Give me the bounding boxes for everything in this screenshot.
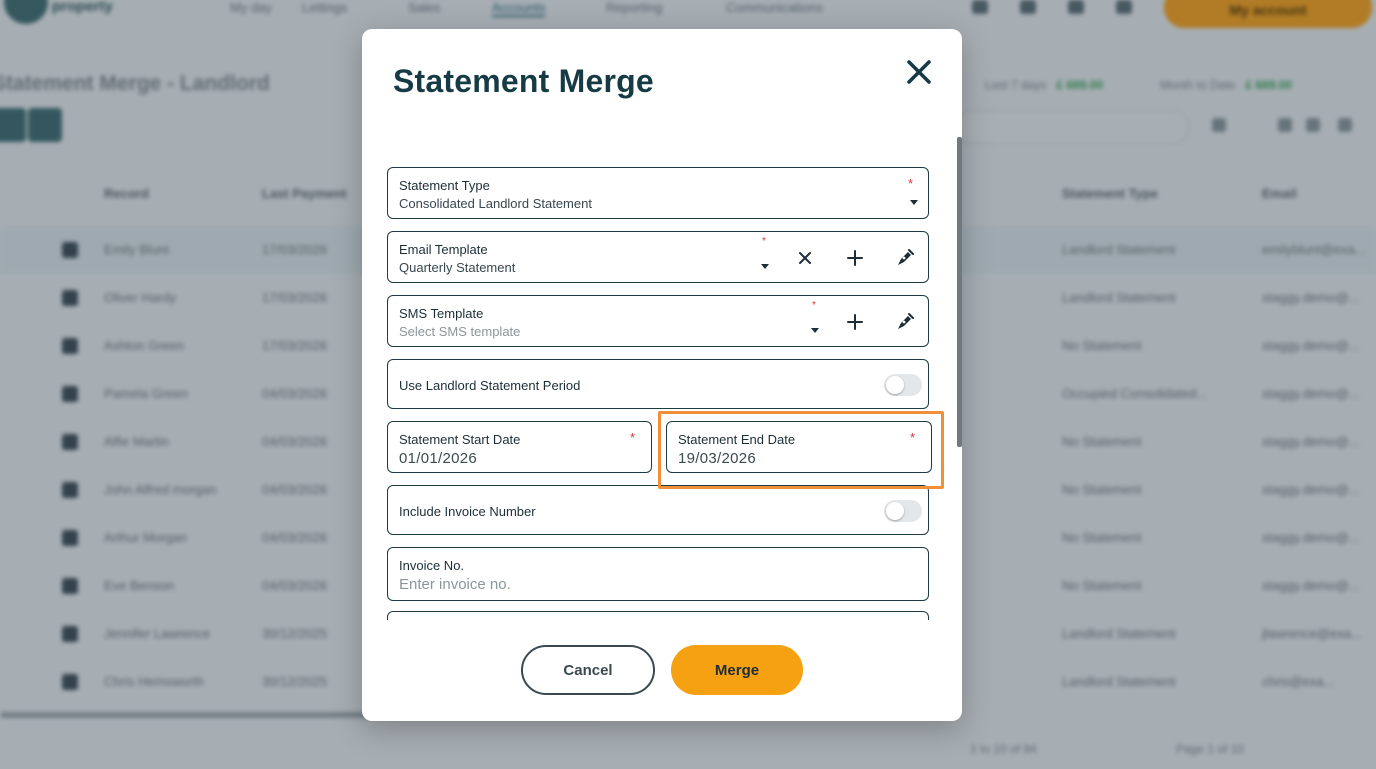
cancel-button[interactable]: Cancel	[521, 645, 655, 695]
toggle-knob	[886, 502, 904, 520]
toggle-knob	[886, 376, 904, 394]
add-email-template-button[interactable]	[844, 247, 866, 269]
statement-type-select[interactable]: Statement Type Consolidated Landlord Sta…	[387, 167, 929, 219]
field-label: Include Invoice Number	[399, 504, 536, 519]
pen-icon	[898, 313, 914, 329]
next-field-partial[interactable]	[387, 611, 929, 620]
dialog-form: Statement Type Consolidated Landlord Sta…	[362, 159, 962, 620]
close-icon	[907, 60, 931, 84]
chevron-down-icon[interactable]	[910, 200, 918, 205]
field-placeholder: Enter invoice no.	[399, 576, 511, 593]
use-landlord-statement-period-row: Use Landlord Statement Period	[387, 359, 929, 409]
plus-icon	[847, 250, 863, 266]
field-value: Quarterly Statement	[399, 260, 516, 275]
required-marker: *	[812, 300, 816, 311]
merge-button[interactable]: Merge	[671, 645, 803, 695]
clear-icon	[799, 252, 811, 264]
field-label: SMS Template	[399, 306, 484, 321]
statement-end-date-field[interactable]: Statement End Date 19/03/2026 *	[666, 421, 932, 473]
field-label: Statement Start Date	[399, 432, 521, 447]
statement-start-date-field[interactable]: Statement Start Date 01/01/2026 *	[387, 421, 652, 473]
statement-merge-dialog: Statement Merge Statement Type Consolida…	[362, 29, 962, 721]
field-label: Statement Type	[399, 178, 490, 193]
field-value: Consolidated Landlord Statement	[399, 196, 592, 211]
chevron-down-icon[interactable]	[811, 328, 819, 333]
add-sms-template-button[interactable]	[844, 311, 866, 333]
dialog-title: Statement Merge	[393, 63, 654, 99]
required-marker: *	[630, 430, 636, 445]
include-invoice-number-row: Include Invoice Number	[387, 485, 929, 535]
field-label: Use Landlord Statement Period	[399, 378, 581, 393]
email-template-select[interactable]: Email Template Quarterly Statement *	[387, 231, 929, 283]
sms-template-select[interactable]: SMS Template Select SMS template *	[387, 295, 929, 347]
chevron-down-icon[interactable]	[761, 264, 769, 269]
required-marker: *	[910, 430, 916, 445]
edit-email-template-button[interactable]	[894, 247, 916, 269]
use-landlord-statement-period-toggle[interactable]	[884, 374, 922, 396]
required-marker: *	[908, 176, 914, 191]
plus-icon	[847, 314, 863, 330]
field-value: 01/01/2026	[399, 450, 478, 467]
invoice-number-input[interactable]: Invoice No. Enter invoice no.	[387, 547, 929, 601]
field-label: Email Template	[399, 242, 488, 257]
field-label: Statement End Date	[678, 432, 796, 447]
include-invoice-number-toggle[interactable]	[884, 500, 922, 522]
clear-email-template-button[interactable]	[794, 247, 816, 269]
close-button[interactable]	[900, 53, 938, 91]
field-placeholder: Select SMS template	[399, 324, 521, 339]
pen-icon	[898, 249, 914, 265]
edit-sms-template-button[interactable]	[894, 311, 916, 333]
field-value: 19/03/2026	[678, 450, 757, 467]
field-label: Invoice No.	[399, 558, 465, 573]
required-marker: *	[762, 236, 766, 247]
